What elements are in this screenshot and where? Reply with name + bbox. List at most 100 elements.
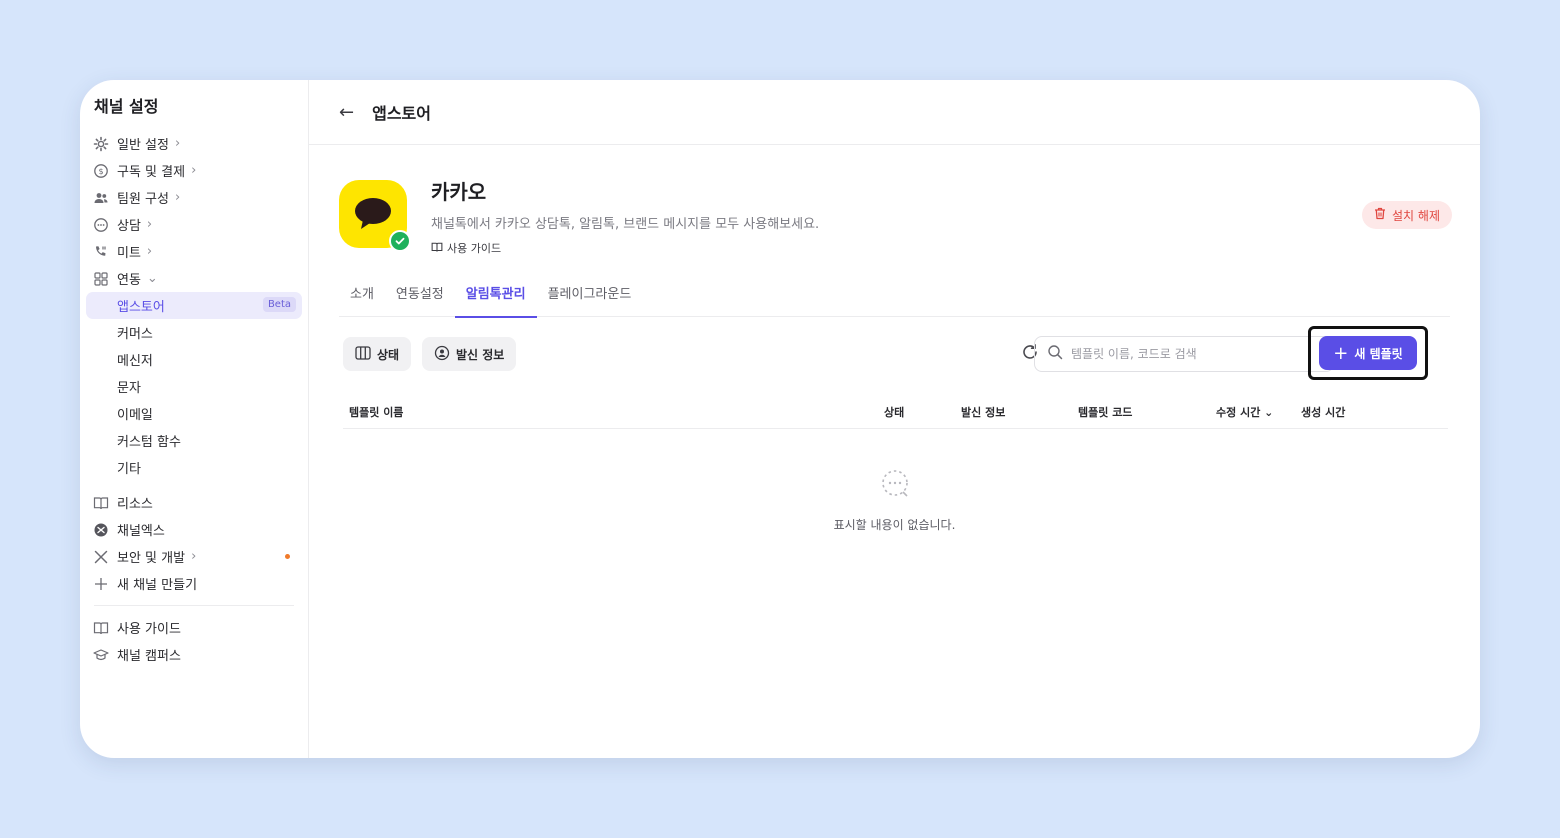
gear-icon [92,135,110,153]
sidebar-item-meet[interactable]: 미트 › [86,238,302,265]
installed-check-icon [389,230,411,252]
sidebar-subitem-commerce[interactable]: 커머스 [86,319,302,346]
grid-icon [92,270,110,288]
sender-filter-button[interactable]: 발신 정보 [422,337,517,371]
sidebar-subitem-label: 앱스토어 [117,300,165,315]
sidebar-subitem-label: 커스텀 함수 [117,435,181,450]
sidebar-subitem-label: 문자 [117,381,141,396]
search-input[interactable] [1071,347,1301,361]
sidebar-divider [94,605,294,606]
sidebar-item-user-guide[interactable]: 사용 가이드 [86,614,302,641]
sidebar-item-resources[interactable]: 리소스 [86,489,302,516]
phone-icon [92,243,110,261]
plus-icon [92,575,110,593]
sidebar-item-new-channel[interactable]: 새 채널 만들기 [86,570,302,597]
new-template-button[interactable]: + 새 템플릿 [1319,336,1417,370]
kakao-logo [339,180,411,252]
sidebar-subitem-email[interactable]: 이메일 [86,400,302,427]
column-template-code[interactable]: 템플릿 코드 [1078,404,1132,420]
tab-alimtalk-management[interactable]: 알림톡관리 [454,279,537,318]
column-status[interactable]: 상태 [884,404,904,420]
channelx-icon [92,521,110,539]
column-sender-info[interactable]: 발신 정보 [961,404,1005,420]
sidebar-subitem-appstore[interactable]: 앱스토어 Beta [86,292,302,319]
sidebar-item-label: 미트 [117,246,141,261]
sidebar-item-billing[interactable]: $ 구독 및 결제 › [86,157,302,184]
new-template-highlight: + 새 템플릿 [1308,326,1428,380]
sidebar-item-label: 채널 캠퍼스 [117,649,181,664]
sidebar: 채널 설정 일반 설정 › $ 구독 및 결제 › 팀원 구성 › 상담 › 미… [80,80,309,758]
column-template-name[interactable]: 템플릿 이름 [349,404,403,420]
sidebar-item-label: 사용 가이드 [117,622,181,637]
back-arrow-icon[interactable]: ← [339,102,354,123]
notification-dot [285,554,290,559]
chevron-down-icon: ⌄ [146,271,158,286]
sidebar-item-label: 채널엑스 [117,524,165,539]
app-header: 카카오 채널톡에서 카카오 상담톡, 알림톡, 브랜드 메시지를 모두 사용해보… [339,180,819,256]
sidebar-subitem-messenger[interactable]: 메신저 [86,346,302,373]
graduation-cap-icon [92,646,110,664]
sidebar-subitem-custom-function[interactable]: 커스텀 함수 [86,427,302,454]
tab-playground[interactable]: 플레이그라운드 [537,279,643,317]
sidebar-subitem-label: 이메일 [117,408,153,423]
sender-filter-label: 발신 정보 [456,347,505,362]
new-template-label: 새 템플릿 [1354,346,1403,361]
sidebar-subitem-label: 기타 [117,462,141,477]
plus-icon: + [1333,342,1349,364]
book-icon [431,241,443,256]
tab-bar: 소개 연동설정 알림톡관리 플레이그라운드 [339,279,1450,318]
chat-bubble-icon [92,216,110,234]
search-icon [1047,344,1063,364]
sidebar-item-label: 보안 및 개발 [117,551,186,566]
app-description: 채널톡에서 카카오 상담톡, 알림톡, 브랜드 메시지를 모두 사용해보세요. [431,217,820,232]
beta-badge: Beta [262,297,296,312]
sidebar-item-label: 일반 설정 [117,138,169,153]
sidebar-item-label: 상담 [117,219,141,234]
sidebar-item-channelx[interactable]: 채널엑스 [86,516,302,543]
sidebar-item-integration[interactable]: 연동 ⌄ [86,265,302,292]
svg-text:$: $ [98,167,103,176]
chevron-right-icon: › [174,190,181,205]
trash-icon [1374,207,1386,223]
chevron-right-icon: › [191,549,197,564]
sidebar-item-security[interactable]: 보안 및 개발 › [86,543,302,570]
uninstall-button[interactable]: 설치 해제 [1362,201,1452,229]
sidebar-subitem-sms[interactable]: 문자 [86,373,302,400]
column-updated-at[interactable]: 수정 시간 ⌄ [1216,404,1273,420]
uninstall-label: 설치 해제 [1392,208,1440,223]
sidebar-item-label: 팀원 구성 [117,192,169,207]
empty-state: 표시할 내용이 없습니다. [309,468,1480,533]
sidebar-title: 채널 설정 [94,97,159,116]
book-icon [92,494,110,512]
template-toolbar: 상태 발신 정보 + 새 템플릿 [343,326,1450,380]
status-filter-button[interactable]: 상태 [343,337,412,371]
sidebar-item-campus[interactable]: 채널 캠퍼스 [86,641,302,668]
empty-chat-icon [878,470,912,504]
sidebar-subitem-etc[interactable]: 기타 [86,454,302,481]
chevron-right-icon: › [191,163,197,178]
top-bar: ← 앱스토어 [309,80,1480,145]
user-guide-label: 사용 가이드 [447,242,502,255]
status-filter-label: 상태 [377,347,400,362]
chevron-right-icon: › [146,244,153,259]
sidebar-item-chat[interactable]: 상담 › [86,211,302,238]
tab-integration-settings[interactable]: 연동설정 [385,279,455,317]
user-circle-icon [434,345,450,364]
columns-icon [355,345,371,363]
template-search[interactable] [1034,336,1334,372]
tab-intro[interactable]: 소개 [339,279,385,317]
sidebar-item-label: 새 채널 만들기 [117,578,198,593]
chevron-down-icon: ⌄ [1264,406,1274,419]
app-name: 카카오 [431,180,487,204]
page-title: 앱스토어 [372,104,431,123]
sidebar-subitem-label: 메신저 [117,354,153,369]
app-window: 채널 설정 일반 설정 › $ 구독 및 결제 › 팀원 구성 › 상담 › 미… [80,80,1480,758]
coin-icon: $ [92,162,110,180]
sidebar-item-general[interactable]: 일반 설정 › [86,130,302,157]
sidebar-item-team[interactable]: 팀원 구성 › [86,184,302,211]
column-updated-at-label: 수정 시간 [1216,406,1261,419]
user-guide-link[interactable]: 사용 가이드 [431,240,819,256]
tools-icon [92,548,110,566]
column-created-at[interactable]: 생성 시간 [1301,404,1345,420]
table-header: 템플릿 이름 상태 발신 정보 템플릿 코드 수정 시간 ⌄ 생성 시간 [343,396,1448,429]
